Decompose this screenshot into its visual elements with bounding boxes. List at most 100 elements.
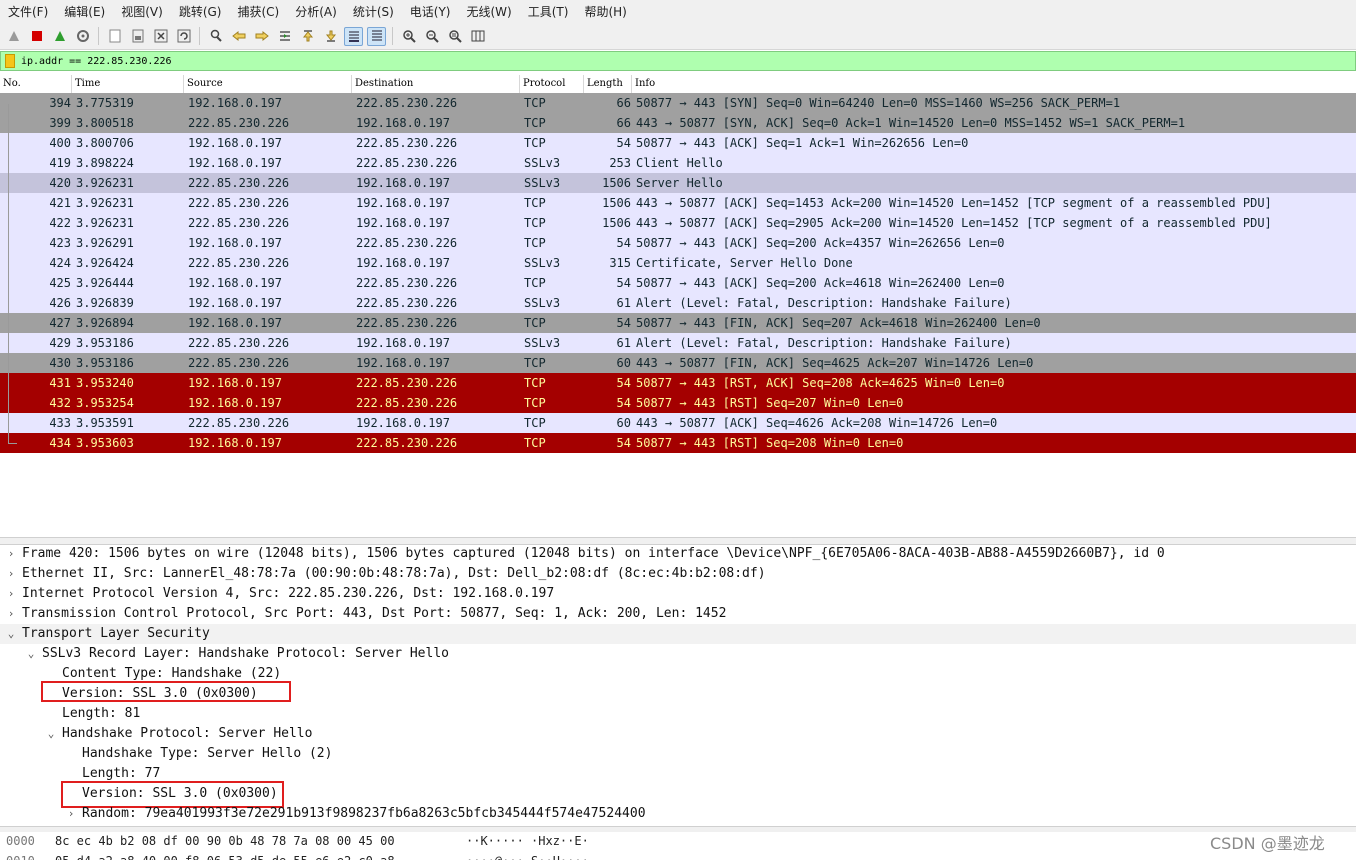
column-header-length[interactable]: Length [584, 75, 632, 93]
reload-file-icon[interactable] [174, 27, 193, 46]
packet-length: 61 [616, 336, 631, 350]
packet-row[interactable]: 431 3.953240 192.168.0.197 222.85.230.226 TC… [0, 373, 1356, 393]
packet-time: 3.926231 [76, 176, 134, 190]
go-back-icon[interactable] [229, 27, 248, 46]
menu-item-7[interactable]: 电话(Y) [402, 3, 459, 20]
save-file-icon[interactable] [128, 27, 147, 46]
menu-item-2[interactable]: 视图(V) [113, 3, 171, 20]
packet-protocol: TCP [524, 316, 546, 330]
auto-scroll-icon[interactable] [344, 26, 363, 46]
capture-options-icon[interactable] [73, 27, 92, 46]
close-file-icon[interactable] [151, 27, 170, 46]
chevron-down-icon[interactable]: ⌄ [25, 644, 37, 664]
packet-info: 443 → 50877 [SYN, ACK] Seq=0 Ack=1 Win=1… [636, 116, 1186, 130]
menu-item-9[interactable]: 工具(T) [520, 3, 577, 20]
packet-row[interactable]: 425 3.926444 192.168.0.197 222.85.230.226 TC… [0, 273, 1356, 293]
find-packet-icon[interactable] [206, 27, 225, 46]
packet-row[interactable]: 399 3.800518 222.85.230.226 192.168.0.197 TC… [0, 113, 1356, 133]
packet-protocol: TCP [524, 96, 546, 110]
packet-row[interactable]: 434 3.953603 192.168.0.197 222.85.230.226 TC… [0, 433, 1356, 453]
chevron-down-icon[interactable]: ⌄ [5, 624, 17, 644]
packet-row[interactable]: 394 3.775319 192.168.0.197 222.85.230.226 TC… [0, 93, 1356, 113]
display-filter-input[interactable]: ip.addr == 222.85.230.226 [21, 56, 172, 67]
packet-row[interactable]: 427 3.926894 192.168.0.197 222.85.230.226 TC… [0, 313, 1356, 333]
packet-row[interactable]: 400 3.800706 192.168.0.197 222.85.230.226 TC… [0, 133, 1356, 153]
packet-row[interactable]: 430 3.953186 222.85.230.226 192.168.0.197 TC… [0, 353, 1356, 373]
go-last-packet-icon[interactable] [321, 27, 340, 46]
menu-item-0[interactable]: 文件(F) [0, 3, 56, 20]
packet-row[interactable]: 424 3.926424 222.85.230.226 192.168.0.197 SS… [0, 253, 1356, 273]
packet-row[interactable]: 429 3.953186 222.85.230.226 192.168.0.197 SS… [0, 333, 1356, 353]
packet-destination: 222.85.230.226 [356, 296, 458, 310]
go-forward-icon[interactable] [252, 27, 271, 46]
column-header-no[interactable]: No. [0, 75, 72, 93]
normal-size-icon[interactable] [445, 27, 464, 46]
zoom-out-icon[interactable] [422, 27, 441, 46]
packet-row[interactable]: 432 3.953254 192.168.0.197 222.85.230.226 TC… [0, 393, 1356, 413]
detail-tree-item[interactable]: › Random: 79ea401993f3e72e291b913f9898237… [0, 804, 1356, 824]
conversation-bracket-end [8, 443, 17, 444]
packet-time: 3.926291 [76, 236, 134, 250]
packet-number: 423 [49, 236, 71, 250]
menu-item-6[interactable]: 统计(S) [345, 3, 402, 20]
detail-tree-item[interactable]: › Internet Protocol Version 4, Src: 222.8… [0, 584, 1356, 604]
packet-destination: 222.85.230.226 [356, 376, 458, 390]
open-file-icon[interactable] [105, 27, 124, 46]
packet-row[interactable]: 423 3.926291 192.168.0.197 222.85.230.226 TC… [0, 233, 1356, 253]
annotation-highlight-box [41, 681, 291, 702]
chevron-right-icon[interactable]: › [5, 544, 17, 564]
detail-tree-item[interactable]: Handshake Type: Server Hello (2) [0, 744, 1356, 764]
shark-fin-start-icon[interactable] [4, 27, 23, 46]
packet-row[interactable]: 426 3.926839 192.168.0.197 222.85.230.226 SS… [0, 293, 1356, 313]
display-filter-bar[interactable]: ip.addr == 222.85.230.226 [0, 51, 1356, 71]
menu-item-10[interactable]: 帮助(H) [576, 3, 634, 20]
packet-row[interactable]: 420 3.926231 222.85.230.226 192.168.0.197 SS… [0, 173, 1356, 193]
menu-item-5[interactable]: 分析(A) [287, 3, 345, 20]
packet-list-header: No. Time Source Destination Protocol Len… [0, 75, 1356, 94]
menu-item-4[interactable]: 捕获(C) [229, 3, 287, 20]
bookmark-icon[interactable] [5, 54, 15, 68]
stop-capture-icon[interactable] [27, 27, 46, 46]
packet-number: 420 [49, 176, 71, 190]
chevron-right-icon[interactable]: › [5, 584, 17, 604]
detail-tree-item[interactable]: Length: 81 [0, 704, 1356, 724]
detail-tree-item[interactable]: ⌄ Transport Layer Security [0, 624, 1356, 644]
menu-item-8[interactable]: 无线(W) [459, 3, 520, 20]
packet-number: 419 [49, 156, 71, 170]
detail-tree-item[interactable]: › Ethernet II, Src: LannerEl_48:78:7a (00… [0, 564, 1356, 584]
packet-length: 315 [609, 256, 631, 270]
menu-item-1[interactable]: 编辑(E) [56, 3, 113, 20]
bytes-offset: 0010 [6, 851, 35, 860]
resize-columns-icon[interactable] [468, 27, 487, 46]
go-first-packet-icon[interactable] [298, 27, 317, 46]
main-toolbar [0, 23, 1356, 50]
detail-tree-item[interactable]: ⌄ Handshake Protocol: Server Hello [0, 724, 1356, 744]
colorize-list-icon[interactable] [367, 26, 386, 46]
zoom-in-icon[interactable] [399, 27, 418, 46]
column-header-time[interactable]: Time [72, 75, 184, 93]
column-header-info[interactable]: Info [632, 75, 1356, 93]
column-header-destination[interactable]: Destination [352, 75, 520, 93]
packet-row[interactable]: 422 3.926231 222.85.230.226 192.168.0.197 TC… [0, 213, 1356, 233]
chevron-right-icon[interactable]: › [5, 604, 17, 624]
packet-time: 3.775319 [76, 96, 134, 110]
detail-tree-item[interactable]: ⌄ SSLv3 Record Layer: Handshake Protocol:… [0, 644, 1356, 664]
packet-row[interactable]: 421 3.926231 222.85.230.226 192.168.0.197 TC… [0, 193, 1356, 213]
chevron-down-icon[interactable]: ⌄ [45, 724, 57, 744]
column-header-source[interactable]: Source [184, 75, 352, 93]
detail-text: Internet Protocol Version 4, Src: 222.85… [22, 586, 555, 601]
column-header-protocol[interactable]: Protocol [520, 75, 584, 93]
packet-time: 3.926231 [76, 196, 134, 210]
detail-tree-item[interactable]: › Frame 420: 1506 bytes on wire (12048 bi… [0, 544, 1356, 564]
packet-protocol: TCP [524, 416, 546, 430]
packet-length: 253 [609, 156, 631, 170]
packet-row[interactable]: 433 3.953591 222.85.230.226 192.168.0.197 TC… [0, 413, 1356, 433]
bytes-hex: 05 d4 a2 a8 40 00 f8 06 53 d5 de 55 e6 e… [55, 851, 395, 860]
chevron-right-icon[interactable]: › [5, 564, 17, 584]
detail-tree-item[interactable]: › Transmission Control Protocol, Src Port… [0, 604, 1356, 624]
chevron-right-icon[interactable]: › [65, 804, 77, 824]
packet-row[interactable]: 419 3.898224 192.168.0.197 222.85.230.226 SS… [0, 153, 1356, 173]
restart-capture-icon[interactable] [50, 27, 69, 46]
go-to-packet-icon[interactable] [275, 27, 294, 46]
menu-item-3[interactable]: 跳转(G) [171, 3, 230, 20]
